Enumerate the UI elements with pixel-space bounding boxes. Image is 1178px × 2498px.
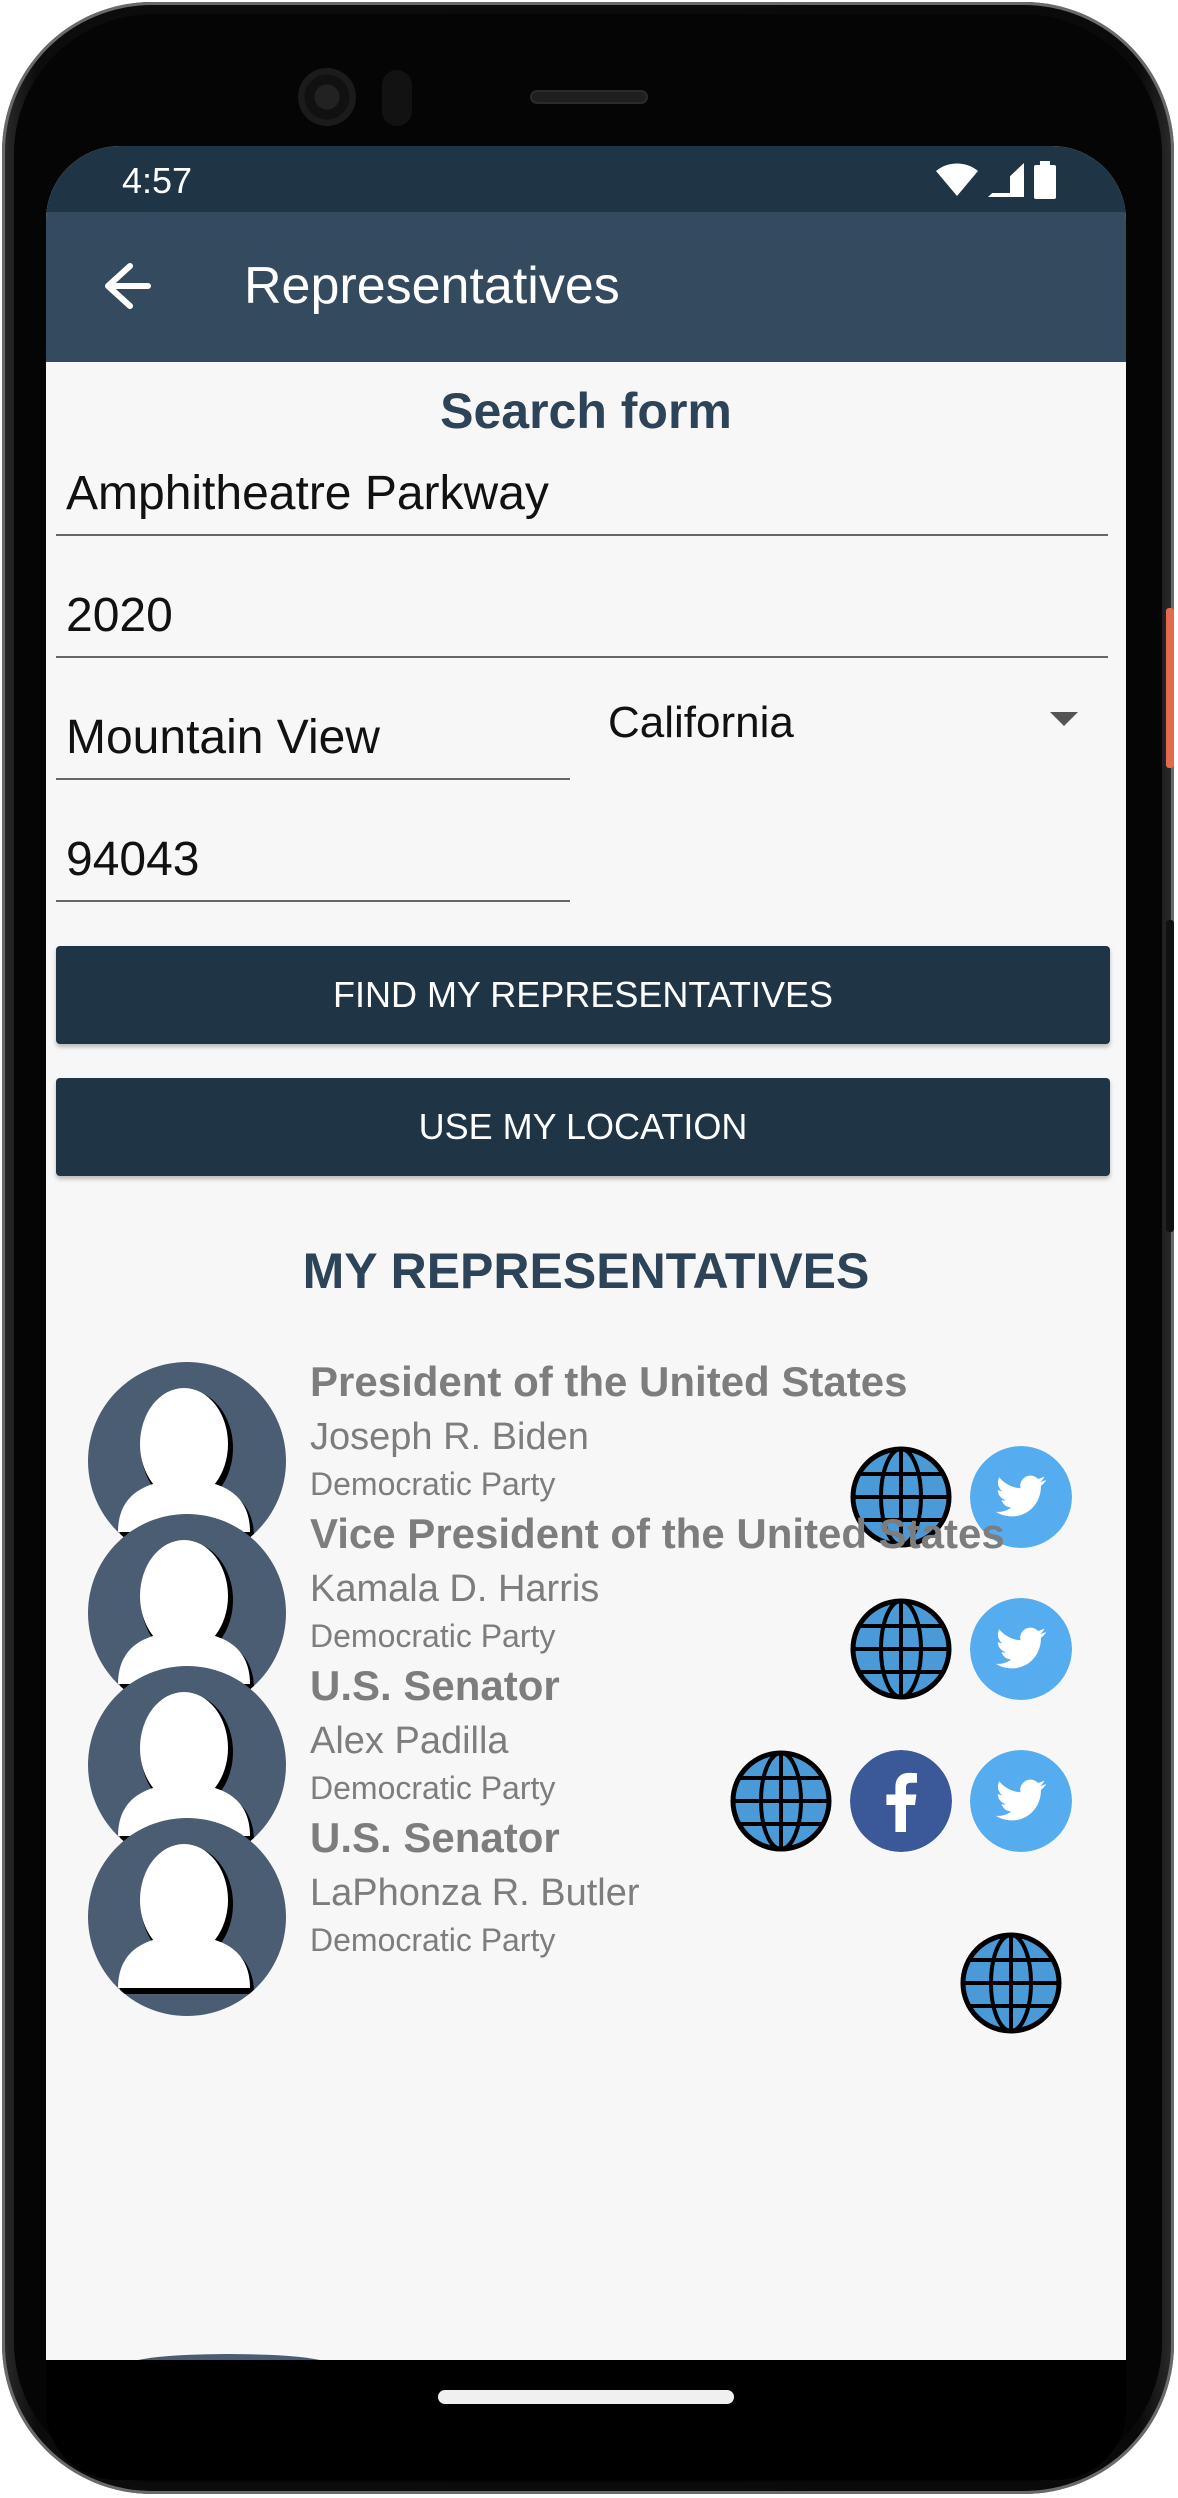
navigation-bar: [46, 2360, 1126, 2480]
volume-button[interactable]: [1166, 920, 1174, 1232]
rep-office: President of the United States: [310, 1358, 908, 1405]
status-icons: [936, 160, 1056, 200]
rep-party: Democratic Party: [310, 1922, 556, 1958]
front-camera: [298, 68, 356, 126]
back-arrow-icon[interactable]: [92, 254, 156, 318]
app-bar: Representatives: [46, 212, 1126, 362]
rep-name: Joseph R. Biden: [310, 1416, 589, 1458]
state-select[interactable]: California: [608, 698, 1108, 758]
city-field[interactable]: Mountain View: [56, 710, 570, 780]
web-icon[interactable]: [960, 1932, 1062, 2034]
status-bar: 4:57: [46, 146, 1126, 212]
rep-office: U.S. Senator: [310, 1814, 560, 1861]
rep-name: LaPhonza R. Butler: [310, 1872, 640, 1914]
rep-name: Kamala D. Harris: [310, 1568, 600, 1610]
rep-name: Alex Padilla: [310, 1720, 509, 1762]
proximity-sensor: [382, 70, 412, 126]
wifi-icon: [936, 163, 978, 196]
power-button[interactable]: [1166, 608, 1174, 768]
avatar-icon: [88, 1818, 286, 2016]
address-number-field[interactable]: 2020: [56, 588, 1108, 658]
page-title: Representatives: [244, 257, 620, 315]
main-content: Search form Amphitheatre Parkway 2020 Mo…: [46, 362, 1126, 2360]
status-time: 4:57: [122, 160, 193, 201]
rep-office: U.S. Senator: [310, 1662, 560, 1709]
signal-icon: [988, 163, 1024, 197]
rep-office: Vice President of the United States: [310, 1510, 1005, 1557]
earpiece-speaker: [530, 90, 648, 104]
dropdown-arrow-icon: [1050, 712, 1078, 726]
address-line-field[interactable]: Amphitheatre Parkway: [56, 466, 1108, 536]
phone-screen: 4:57 Representatives Search form Amphith…: [46, 146, 1126, 2360]
search-form-title: Search form: [440, 383, 732, 439]
representative-card[interactable]: U.S. Senator LaPhonza R. Butler Democrat…: [46, 1802, 1126, 2034]
find-representatives-button[interactable]: FIND MY REPRESENTATIVES: [56, 946, 1110, 1044]
my-representatives-heading: MY REPRESENTATIVES: [302, 1243, 870, 1299]
battery-icon: [1034, 161, 1056, 199]
home-indicator[interactable]: [438, 2390, 734, 2404]
zip-field[interactable]: 94043: [56, 832, 570, 902]
state-selected-value: California: [608, 698, 794, 747]
use-my-location-button[interactable]: USE MY LOCATION: [56, 1078, 1110, 1176]
